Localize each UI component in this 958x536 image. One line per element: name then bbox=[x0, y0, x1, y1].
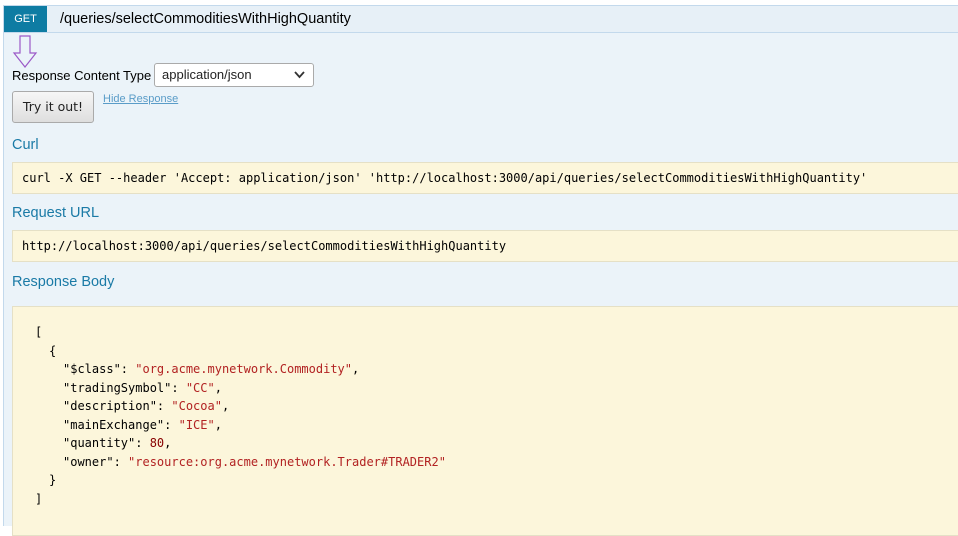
response-content-type-label: Response Content Type bbox=[12, 68, 152, 83]
json-field-line: "mainExchange": "ICE", bbox=[63, 417, 222, 432]
json-fields: "$class": "org.acme.mynetwork.Commodity"… bbox=[35, 360, 958, 471]
json-value: "resource:org.acme.mynetwork.Trader#TRAD… bbox=[128, 454, 446, 469]
operation-heading[interactable]: GET /queries/selectCommoditiesWithHighQu… bbox=[4, 6, 958, 33]
response-body-title: Response Body bbox=[12, 274, 115, 290]
operation-panel: GET /queries/selectCommoditiesWithHighQu… bbox=[3, 5, 958, 536]
json-key: "quantity" bbox=[63, 436, 136, 450]
curl-command-box[interactable]: curl -X GET --header 'Accept: applicatio… bbox=[12, 162, 958, 194]
json-value: "CC" bbox=[185, 380, 215, 395]
selected-content-type: application/json bbox=[162, 67, 252, 82]
json-field-line: "$class": "org.acme.mynetwork.Commodity"… bbox=[63, 362, 360, 376]
json-comma: , bbox=[214, 417, 222, 432]
json-field-line: "tradingSymbol": "CC", bbox=[63, 380, 222, 395]
json-key: "$class" bbox=[63, 362, 121, 376]
response-content-type-select[interactable]: application/json bbox=[154, 63, 314, 87]
json-key: "tradingSymbol" bbox=[63, 380, 172, 395]
hide-response-link[interactable]: Hide Response bbox=[103, 93, 178, 105]
json-field-line: "owner": "resource:org.acme.mynetwork.Tr… bbox=[63, 454, 446, 469]
json-comma: , bbox=[214, 380, 222, 395]
json-value: "ICE" bbox=[178, 417, 215, 432]
json-key: "mainExchange" bbox=[63, 417, 165, 432]
json-field-line: "quantity": 80, bbox=[63, 436, 172, 450]
json-value: "org.acme.mynetwork.Commodity" bbox=[135, 362, 352, 376]
json-comma: , bbox=[352, 362, 360, 376]
chevron-down-icon bbox=[294, 64, 305, 94]
json-value: "Cocoa" bbox=[171, 399, 222, 413]
http-method-badge[interactable]: GET bbox=[4, 6, 47, 32]
json-comma: , bbox=[221, 399, 230, 413]
json-close-bracket: ] bbox=[35, 491, 43, 506]
json-comma: , bbox=[164, 436, 172, 450]
request-url-title: Request URL bbox=[12, 205, 100, 221]
json-open-bracket: [ bbox=[35, 325, 43, 339]
endpoint-path[interactable]: /queries/selectCommoditiesWithHighQuanti… bbox=[60, 6, 351, 32]
json-key: "description" bbox=[63, 399, 157, 413]
json-value: 80 bbox=[149, 436, 165, 450]
arrow-down-icon bbox=[12, 35, 38, 68]
try-it-out-button[interactable]: Try it out! bbox=[12, 91, 94, 123]
response-body-box[interactable]: [ { "$class": "org.acme.mynetwork.Commod… bbox=[12, 306, 958, 536]
json-open-brace: { bbox=[49, 343, 57, 358]
json-field-line: "description": "Cocoa", bbox=[63, 399, 230, 413]
json-key: "owner" bbox=[63, 454, 114, 469]
request-url-box[interactable]: http://localhost:3000/api/queries/select… bbox=[12, 230, 958, 262]
json-close-brace: } bbox=[49, 473, 57, 487]
curl-title: Curl bbox=[12, 137, 39, 153]
